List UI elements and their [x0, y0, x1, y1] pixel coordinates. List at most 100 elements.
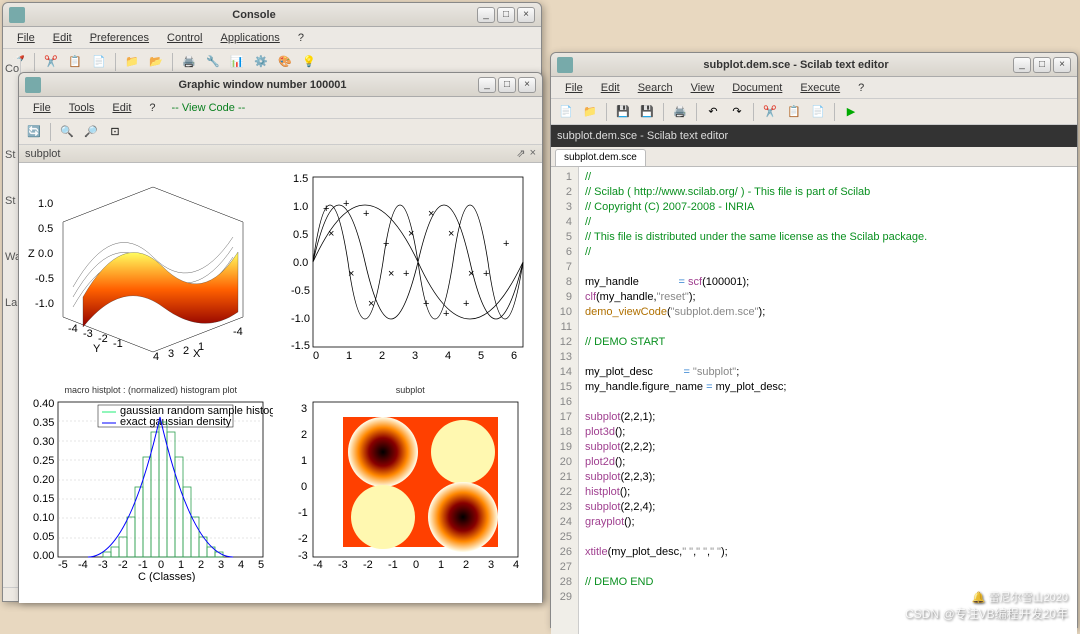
rotate-icon[interactable]: 🔄 [23, 121, 45, 143]
svg-text:1: 1 [178, 559, 184, 571]
cut-icon[interactable]: ✂️ [40, 51, 62, 73]
panel-close-icon[interactable]: × [530, 147, 536, 160]
svg-text:Z: Z [28, 248, 35, 260]
menu-help[interactable]: ? [850, 80, 872, 96]
svg-text:-3: -3 [98, 559, 108, 571]
close-button[interactable]: × [1053, 57, 1071, 73]
svg-text:0: 0 [313, 350, 319, 362]
run-icon[interactable]: ▶ [840, 101, 862, 123]
app-icon [25, 77, 41, 93]
close-button[interactable]: × [517, 7, 535, 23]
menu-preferences[interactable]: Preferences [82, 30, 157, 46]
svg-text:×: × [448, 228, 454, 240]
pin-icon[interactable]: ⇗ [516, 147, 525, 160]
console-titlebar[interactable]: Console _ □ × [3, 3, 541, 27]
tool2-icon[interactable]: 📊 [226, 51, 248, 73]
console-menubar: File Edit Preferences Control Applicatio… [3, 27, 541, 49]
svg-text:1.0: 1.0 [38, 198, 53, 210]
svg-text:-1: -1 [113, 338, 123, 350]
minimize-button[interactable]: _ [1013, 57, 1031, 73]
maximize-button[interactable]: □ [498, 77, 516, 93]
print-icon[interactable]: 🖨️ [178, 51, 200, 73]
copy-icon[interactable]: 📋 [64, 51, 86, 73]
menu-help[interactable]: ? [290, 30, 312, 46]
folder2-icon[interactable]: 📂 [145, 51, 167, 73]
svg-text:×: × [408, 228, 414, 240]
graphic-titlebar[interactable]: Graphic window number 100001 _ □ × [19, 73, 542, 97]
tool4-icon[interactable]: 🎨 [274, 51, 296, 73]
menu-edit[interactable]: Edit [104, 100, 139, 116]
menu-tools[interactable]: Tools [61, 100, 103, 116]
close-button[interactable]: × [518, 77, 536, 93]
viewcode-link[interactable]: -- View Code -- [166, 100, 252, 116]
editor-title: subplot.dem.sce - Scilab text editor [579, 59, 1013, 71]
svg-text:0.05: 0.05 [33, 531, 54, 543]
svg-text:+: + [323, 203, 329, 215]
menu-execute[interactable]: Execute [792, 80, 848, 96]
svg-text:-0.5: -0.5 [35, 273, 54, 285]
copy-icon[interactable]: 📋 [783, 101, 805, 123]
svg-text:×: × [328, 228, 334, 240]
editor-tabbar: subplot.dem.sce - Scilab text editor [551, 125, 1077, 147]
redo-icon[interactable]: ↷ [726, 101, 748, 123]
code-lines[interactable]: //// Scilab ( http://www.scilab.org/ ) -… [579, 167, 933, 634]
new-icon[interactable]: 📄 [555, 101, 577, 123]
maximize-button[interactable]: □ [497, 7, 515, 23]
zoom-area-icon[interactable]: 🔎 [80, 121, 102, 143]
svg-text:2: 2 [301, 429, 307, 441]
code-area[interactable]: 1234567891011121314151617181920212223242… [551, 167, 1077, 634]
svg-text:1: 1 [438, 559, 444, 571]
menu-file[interactable]: File [25, 100, 59, 116]
maximize-button[interactable]: □ [1033, 57, 1051, 73]
tool5-icon[interactable]: 💡 [298, 51, 320, 73]
svg-text:3: 3 [488, 559, 494, 571]
svg-text:-4: -4 [233, 326, 243, 338]
console-title: Console [31, 9, 477, 21]
svg-text:-1.0: -1.0 [35, 298, 54, 310]
minimize-button[interactable]: _ [478, 77, 496, 93]
menu-document[interactable]: Document [724, 80, 790, 96]
menu-edit[interactable]: Edit [593, 80, 628, 96]
editor-menubar: File Edit Search View Document Execute ? [551, 77, 1077, 99]
menu-edit[interactable]: Edit [45, 30, 80, 46]
svg-text:-4: -4 [68, 323, 78, 335]
svg-text:0.10: 0.10 [33, 512, 54, 524]
svg-text:4: 4 [513, 559, 519, 571]
svg-text:2: 2 [379, 350, 385, 362]
svg-text:0.0: 0.0 [293, 257, 308, 269]
menu-control[interactable]: Control [159, 30, 210, 46]
paste-icon[interactable]: 📄 [807, 101, 829, 123]
menu-applications[interactable]: Applications [212, 30, 287, 46]
menu-view[interactable]: View [683, 80, 723, 96]
print-icon[interactable]: 🖨️ [669, 101, 691, 123]
svg-text:×: × [388, 268, 394, 280]
menu-file[interactable]: File [557, 80, 591, 96]
svg-text:-2: -2 [363, 559, 373, 571]
undo-icon[interactable]: ↶ [702, 101, 724, 123]
editor-file-tabs: subplot.dem.sce [551, 147, 1077, 167]
zoom-in-icon[interactable]: 🔍 [56, 121, 78, 143]
tool3-icon[interactable]: ⚙️ [250, 51, 272, 73]
open-icon[interactable]: 📁 [579, 101, 601, 123]
menu-help[interactable]: ? [141, 100, 163, 116]
folder-icon[interactable]: 📁 [121, 51, 143, 73]
tool1-icon[interactable]: 🔧 [202, 51, 224, 73]
editor-window: subplot.dem.sce - Scilab text editor _ □… [550, 52, 1078, 628]
save-icon[interactable]: 💾 [612, 101, 634, 123]
cut-icon[interactable]: ✂️ [759, 101, 781, 123]
saveas-icon[interactable]: 💾 [636, 101, 658, 123]
graphic-menubar: File Tools Edit ? -- View Code -- [19, 97, 542, 119]
paste-icon[interactable]: 📄 [88, 51, 110, 73]
app-icon [557, 57, 573, 73]
menu-file[interactable]: File [9, 30, 43, 46]
minimize-button[interactable]: _ [477, 7, 495, 23]
menu-search[interactable]: Search [630, 80, 681, 96]
file-tab[interactable]: subplot.dem.sce [555, 149, 646, 166]
panel-header: subplot ⇗ × [19, 145, 542, 163]
editor-titlebar[interactable]: subplot.dem.sce - Scilab text editor _ □… [551, 53, 1077, 77]
svg-text:4: 4 [153, 351, 159, 363]
zoom-fit-icon[interactable]: ⊡ [104, 121, 126, 143]
svg-text:4: 4 [238, 559, 244, 571]
svg-text:-2: -2 [98, 333, 108, 345]
svg-text:2: 2 [183, 345, 189, 357]
